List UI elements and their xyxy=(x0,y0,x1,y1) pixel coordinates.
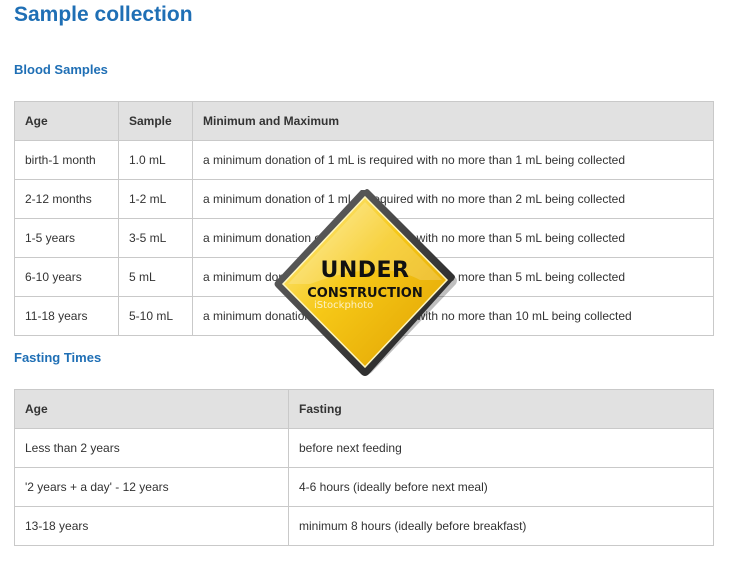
cell-sample: 5-10 mL xyxy=(118,296,193,336)
cell-age: birth-1 month xyxy=(14,140,119,180)
table-row: 13-18 years minimum 8 hours (ideally bef… xyxy=(14,506,714,546)
under-construction-sign-icon: UNDER CONSTRUCTION iStockphoto xyxy=(270,188,460,380)
table-row: '2 years + a day' - 12 years 4-6 hours (… xyxy=(14,467,714,507)
fasting-times-heading: Fasting Times xyxy=(14,350,102,365)
cell-age: 2-12 months xyxy=(14,179,119,219)
cell-sample: 1.0 mL xyxy=(118,140,193,180)
table-row: Less than 2 years before next feeding xyxy=(14,428,714,468)
warning-diamond-icon xyxy=(274,189,457,376)
table-row: birth-1 month 1.0 mL a minimum donation … xyxy=(14,140,714,180)
column-header-sample: Sample xyxy=(118,101,193,141)
cell-fasting: 4-6 hours (ideally before next meal) xyxy=(288,467,714,507)
column-header-fasting: Fasting xyxy=(288,389,714,429)
page-title: Sample collection xyxy=(14,3,193,26)
cell-sample: 1-2 mL xyxy=(118,179,193,219)
column-header-age: Age xyxy=(14,101,119,141)
column-header-min-max: Minimum and Maximum xyxy=(192,101,714,141)
table-header-row: Age Sample Minimum and Maximum xyxy=(14,101,714,141)
sign-text-under: UNDER xyxy=(320,258,410,283)
cell-age: '2 years + a day' - 12 years xyxy=(14,467,289,507)
cell-age: 6-10 years xyxy=(14,257,119,297)
cell-age: 1-5 years xyxy=(14,218,119,258)
fasting-times-table: Age Fasting Less than 2 years before nex… xyxy=(14,389,714,546)
sign-text-construction: CONSTRUCTION xyxy=(307,286,423,301)
cell-sample: 3-5 mL xyxy=(118,218,193,258)
blood-samples-heading: Blood Samples xyxy=(14,62,108,77)
table-header-row: Age Fasting xyxy=(14,389,714,429)
cell-age: Less than 2 years xyxy=(14,428,289,468)
sign-watermark: iStockphoto xyxy=(314,300,374,311)
cell-min-max: a minimum donation of 1 mL is required w… xyxy=(192,140,714,180)
cell-fasting: before next feeding xyxy=(288,428,714,468)
column-header-age: Age xyxy=(14,389,289,429)
cell-age: 13-18 years xyxy=(14,506,289,546)
cell-age: 11-18 years xyxy=(14,296,119,336)
cell-fasting: minimum 8 hours (ideally before breakfas… xyxy=(288,506,714,546)
cell-sample: 5 mL xyxy=(118,257,193,297)
